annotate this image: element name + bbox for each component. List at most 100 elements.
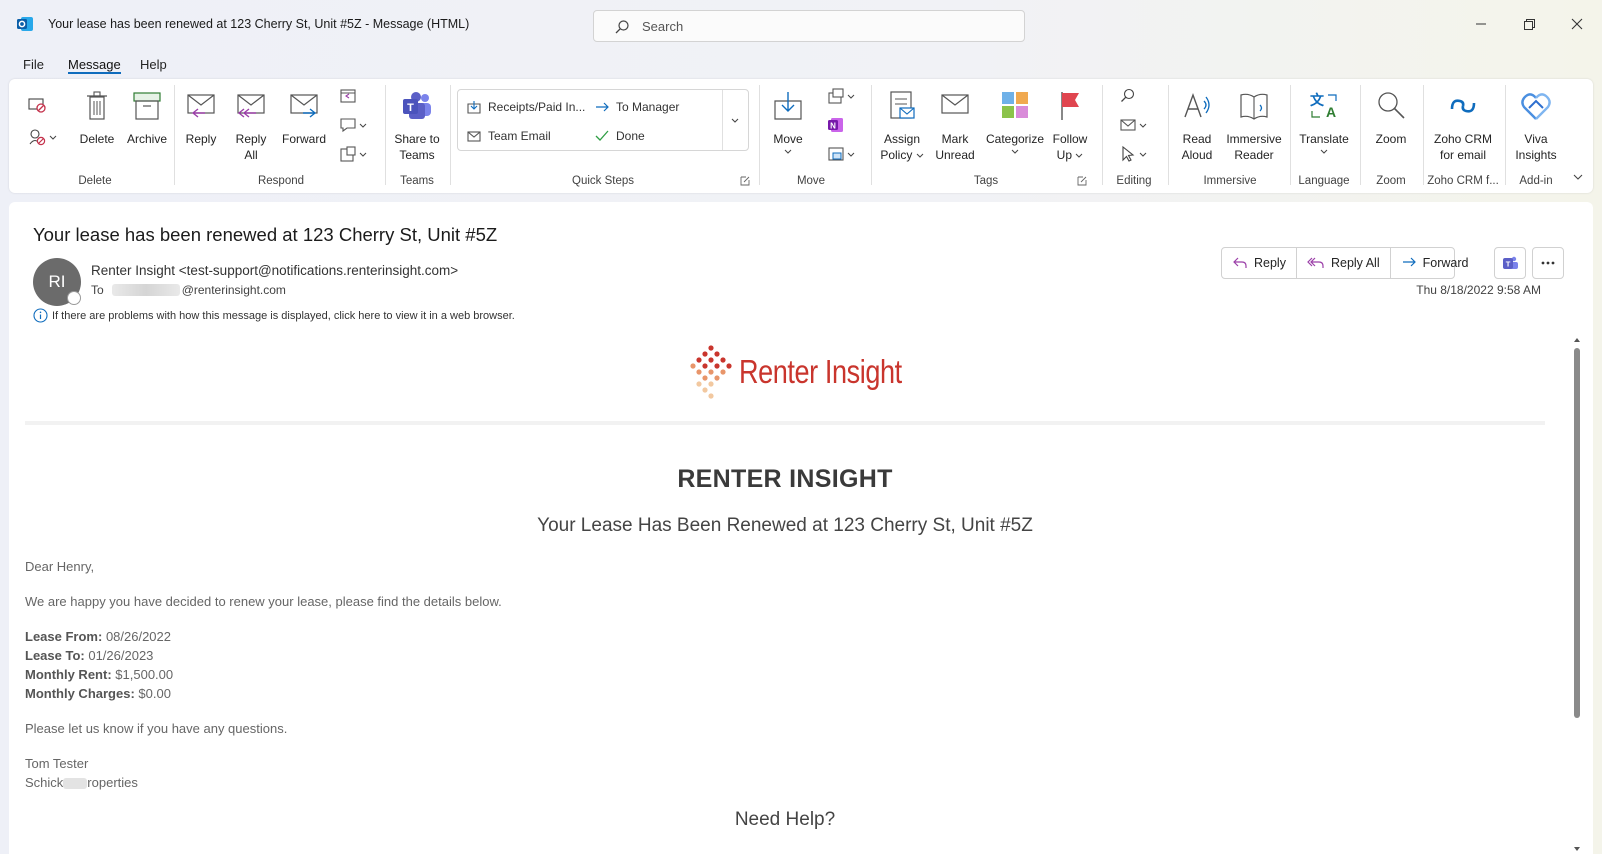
viva-insights-icon	[1521, 93, 1551, 120]
quick-step-to-manager-label: To Manager	[616, 100, 680, 114]
translate-button[interactable]: 文A Translate	[1293, 89, 1355, 155]
quick-step-done-label: Done	[616, 129, 645, 143]
gallery-expand-icon[interactable]	[730, 116, 740, 126]
ribbon-separator	[1505, 85, 1506, 185]
mark-unread-icon	[941, 94, 969, 114]
move-button[interactable]: Move	[764, 89, 812, 155]
collapse-ribbon-icon[interactable]	[1572, 171, 1584, 183]
close-icon[interactable]	[1565, 12, 1589, 36]
im-reply-button[interactable]	[339, 116, 367, 134]
reply-mail-icon	[187, 94, 215, 118]
scrollbar[interactable]	[1572, 335, 1582, 854]
junk-button[interactable]	[27, 127, 57, 147]
move-label: Move	[773, 132, 803, 146]
zoho-crm-button[interactable]: Zoho CRM for email	[1425, 89, 1501, 163]
menu-help[interactable]: Help	[140, 57, 167, 72]
forward-button-inline[interactable]: Forward	[1391, 248, 1479, 278]
recipient-line: To @renterinsight.com	[91, 283, 286, 297]
menu-message[interactable]: Message	[68, 57, 121, 72]
ignore-icon[interactable]	[27, 95, 47, 115]
rules-button[interactable]	[827, 87, 855, 105]
reply-all-button-inline[interactable]: Reply All	[1297, 248, 1391, 278]
teams-icon: T	[1503, 256, 1518, 269]
quick-step-team-email[interactable]: Team Email	[466, 128, 551, 144]
select-button[interactable]	[1119, 145, 1147, 163]
immersive-reader-button[interactable]: Immersive Reader	[1221, 89, 1287, 163]
actions-icon	[828, 147, 844, 161]
dialog-launcher-icon[interactable]	[1077, 176, 1087, 186]
signature-name: Tom Tester	[25, 756, 89, 771]
follow-up-label-1: Follow	[1052, 132, 1088, 146]
zoho-crm-label-1: Zoho CRM	[1433, 132, 1492, 146]
greeting: Dear Henry,	[25, 559, 95, 574]
share-to-teams-button[interactable]: T Share to Teams	[389, 89, 445, 163]
immersive-reader-label-1: Immersive	[1226, 132, 1282, 146]
chevron-down-icon	[359, 152, 367, 157]
ribbon-separator	[759, 85, 760, 185]
archive-button[interactable]: Archive	[121, 89, 173, 147]
forward-button[interactable]: Forward	[277, 89, 331, 147]
read-aloud-button[interactable]: Read Aloud	[1173, 89, 1221, 163]
need-help-heading: Need Help?	[734, 809, 836, 830]
reply-button[interactable]: Reply	[179, 89, 223, 147]
lease-from-line: Lease From: 08/26/2022	[25, 629, 171, 644]
move-folder-icon	[774, 92, 802, 120]
restore-icon[interactable]	[1517, 12, 1541, 36]
find-icon[interactable]	[1119, 87, 1137, 105]
viva-insights-button[interactable]: Viva Insights	[1509, 89, 1563, 163]
svg-text:文: 文	[1310, 92, 1325, 109]
info-bar[interactable]: If there are problems with how this mess…	[33, 308, 515, 323]
sender-name[interactable]: Renter Insight <test-support@notificatio…	[91, 263, 458, 278]
scroll-thumb[interactable]	[1574, 348, 1580, 718]
mail-icon	[467, 131, 481, 142]
group-label-language: Language	[1298, 175, 1350, 187]
quick-step-receipts[interactable]: Receipts/Paid In...	[466, 99, 585, 115]
outlook-app-icon	[17, 17, 33, 31]
scroll-up-icon[interactable]	[1572, 335, 1582, 345]
quick-step-done[interactable]: Done	[594, 128, 645, 144]
group-label-zoho: Zoho CRM f...	[1427, 175, 1499, 187]
reply-all-button[interactable]: Reply All	[229, 89, 273, 163]
chevron-down-icon	[1075, 153, 1083, 158]
monthly-charges-line: Monthly Charges: $0.00	[25, 686, 171, 701]
more-respond-button[interactable]	[339, 145, 367, 163]
dialog-launcher-icon[interactable]	[740, 176, 750, 186]
chevron-down-icon	[784, 149, 792, 154]
recipient-domain[interactable]: @renterinsight.com	[182, 283, 286, 297]
search-input[interactable]: Search	[593, 10, 1025, 42]
teams-share-button[interactable]: T	[1494, 247, 1526, 279]
zoom-button[interactable]: Zoom	[1363, 89, 1419, 147]
scroll-down-icon[interactable]	[1572, 844, 1582, 854]
onenote-icon[interactable]: N	[827, 116, 845, 134]
actions-button[interactable]	[827, 145, 855, 163]
categorize-icon	[1002, 92, 1028, 118]
assign-policy-button[interactable]: Assign Policy	[877, 89, 927, 163]
meeting-reply-icon[interactable]	[339, 87, 357, 105]
signature-company-suffix: roperties	[87, 775, 138, 790]
translate-icon: 文A	[1310, 92, 1337, 120]
zoom-icon	[1378, 92, 1405, 119]
quick-step-to-manager[interactable]: To Manager	[594, 99, 679, 115]
assign-policy-label-1: Assign	[883, 132, 921, 146]
minimize-icon[interactable]	[1469, 12, 1493, 36]
reply-button-inline[interactable]: Reply	[1222, 248, 1297, 278]
monthly-charges-label: Monthly Charges:	[25, 686, 135, 701]
categorize-button[interactable]: Categorize	[983, 89, 1047, 155]
translate-label: Translate	[1299, 132, 1349, 146]
info-text: If there are problems with how this mess…	[52, 309, 515, 322]
arrow-right-icon	[596, 102, 609, 112]
mark-unread-button[interactable]: Mark Unread	[931, 89, 979, 163]
more-actions-button[interactable]	[1532, 247, 1564, 279]
related-button[interactable]	[1119, 116, 1147, 134]
move-to-folder-icon	[467, 101, 481, 114]
follow-up-button[interactable]: Follow Up	[1045, 89, 1095, 163]
chat-icon	[340, 118, 356, 133]
lease-from-value: 08/26/2022	[105, 629, 172, 644]
related-mail-icon	[1120, 119, 1136, 131]
immersive-reader-icon	[1240, 93, 1268, 120]
delete-button[interactable]: Delete	[73, 89, 121, 147]
more-icon	[1541, 261, 1555, 265]
signature-company: Schick roperties	[25, 775, 138, 790]
menu-file[interactable]: File	[23, 57, 44, 72]
questions-text: Please let us know if you have any quest…	[25, 721, 288, 736]
